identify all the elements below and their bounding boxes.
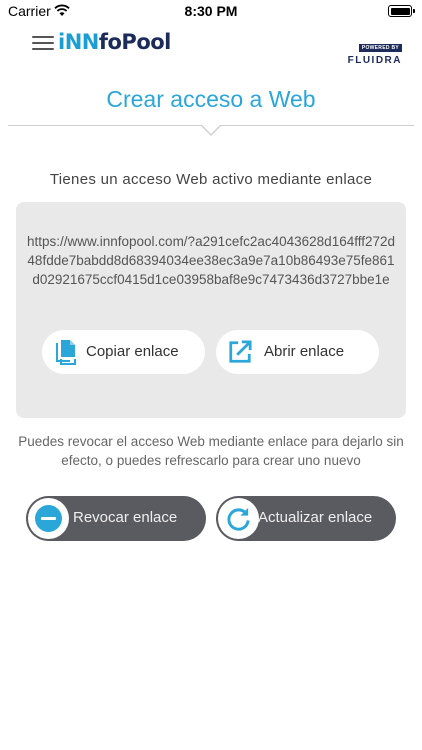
intro-text: Tienes un acceso Web activo mediante enl… — [49, 171, 373, 188]
hamburger-menu-icon[interactable] — [32, 36, 54, 50]
copy-link-label: Copiar enlace — [86, 343, 179, 360]
link-box: https://www.innfopool.com/?a291cefc2ac40… — [16, 202, 406, 418]
clock: 8:30 PM — [184, 3, 238, 19]
powered-by-label: POWERED BY — [358, 44, 402, 52]
open-link-label: Abrir enlace — [264, 343, 345, 360]
revoke-note: Puedes revocar el acceso Web mediante en… — [18, 434, 404, 468]
divider-notch — [201, 125, 221, 136]
minus-circle-icon — [35, 505, 62, 532]
revoke-link-button[interactable]: Revocar enlace — [26, 496, 206, 541]
innfopool-logo: iNNfoPool — [58, 30, 171, 54]
battery-icon — [388, 5, 415, 17]
fluidra-logo: POWERED BY FLUIDRA — [348, 36, 402, 66]
revoke-link-label: Revocar enlace — [73, 509, 178, 526]
status-bar: Carrier 8:30 PM — [0, 0, 422, 22]
app-header: iNNfoPool POWERED BY FLUIDRA — [0, 24, 422, 66]
link-url: https://www.innfopool.com/?a291cefc2ac40… — [26, 234, 396, 287]
open-link-button[interactable]: Abrir enlace — [216, 330, 379, 374]
refresh-link-button[interactable]: Actualizar enlace — [216, 496, 396, 541]
external-link-icon — [229, 340, 252, 363]
refresh-icon — [227, 507, 250, 531]
refresh-link-label: Actualizar enlace — [258, 509, 373, 526]
fluidra-brand: FLUIDRA — [347, 55, 402, 66]
copy-icon — [56, 340, 76, 365]
copy-link-button[interactable]: Copiar enlace — [42, 330, 205, 374]
page-title: Crear acceso a Web — [106, 86, 316, 112]
